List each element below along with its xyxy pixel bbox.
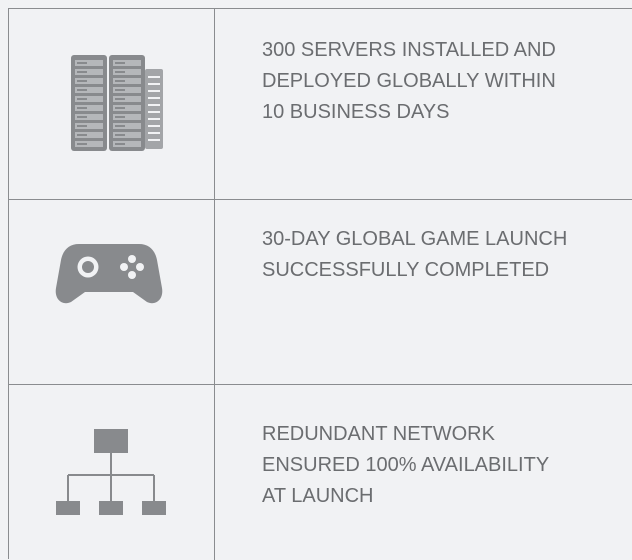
icon-cell [9,385,214,560]
feature-row-network: REDUNDANT NETWORK ENSURED 100% AVAILABIL… [9,385,632,560]
feature-grid: 300 SERVERS INSTALLED AND DEPLOYED GLOBA… [8,8,632,560]
server-rack-icon [71,55,163,151]
feature-row-servers: 300 SERVERS INSTALLED AND DEPLOYED GLOBA… [9,9,632,200]
feature-text-game-launch: 30-DAY GLOBAL GAME LAUNCH SUCCESSFULLY C… [262,228,568,281]
icon-cell [9,200,214,384]
icon-cell [9,9,214,199]
game-controller-icon [55,244,163,304]
network-hierarchy-icon [56,429,166,515]
feature-text-servers: 300 SERVERS INSTALLED AND DEPLOYED GLOBA… [262,39,556,123]
feature-row-game-launch: 30-DAY GLOBAL GAME LAUNCH SUCCESSFULLY C… [9,200,632,385]
feature-text-network: REDUNDANT NETWORK ENSURED 100% AVAILABIL… [262,423,550,507]
